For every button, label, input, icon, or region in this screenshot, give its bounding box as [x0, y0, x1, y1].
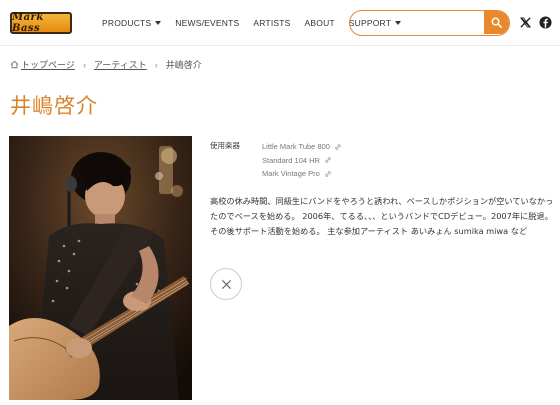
- link-icon: [325, 157, 331, 163]
- home-icon: [10, 60, 19, 69]
- search-icon: [491, 17, 502, 28]
- instrument-name: Little Mark Tube 800: [262, 142, 330, 152]
- breadcrumb-current: 井嶋啓介: [165, 60, 202, 70]
- breadcrumb-separator-icon: ›: [154, 59, 158, 70]
- instrument-link[interactable]: Standard 104 HR: [262, 154, 342, 168]
- link-icon: [335, 144, 341, 150]
- search-input[interactable]: [350, 11, 485, 34]
- search-button[interactable]: [484, 11, 509, 34]
- facebook-social-link[interactable]: [538, 15, 552, 29]
- breadcrumb-home[interactable]: トップページ: [21, 58, 75, 71]
- breadcrumb: トップページ › アーティスト › 井嶋啓介: [10, 58, 202, 71]
- site-header: Mark Bass PRODUCTS NEWS/EVENTS ARTISTS A…: [0, 0, 560, 46]
- nav-label: ABOUT: [304, 18, 335, 28]
- x-social-link[interactable]: [518, 15, 532, 29]
- instruments-list: Little Mark Tube 800 Standard 104 HR Mar…: [262, 140, 342, 181]
- logo-text: Mark Bass: [12, 12, 44, 34]
- instruments-label: 使用楽器: [210, 141, 240, 150]
- nav-news-events[interactable]: NEWS/EVENTS: [175, 18, 239, 28]
- x-logo-icon: [221, 279, 231, 289]
- instrument-link[interactable]: Little Mark Tube 800: [262, 140, 342, 154]
- chevron-down-icon: [155, 21, 162, 25]
- nav-about[interactable]: ABOUT: [305, 18, 335, 28]
- breadcrumb-separator-icon: ›: [82, 59, 86, 70]
- nav-label: PRODUCTS: [102, 18, 152, 28]
- facebook-icon: [538, 15, 552, 29]
- markbass-logo[interactable]: Mark Bass: [10, 12, 72, 34]
- x-logo-icon: [519, 16, 531, 28]
- artist-photo-image: [9, 136, 192, 400]
- instrument-name: Mark Vintage Pro: [262, 169, 320, 179]
- share-x-button[interactable]: [210, 268, 242, 300]
- artist-photo: [9, 136, 192, 400]
- artist-bio: 高校の休み時間、同級生にバンドをやろうと誘われ、ベースしかポジションが空いていな…: [210, 196, 554, 236]
- instrument-name: Standard 104 HR: [262, 155, 320, 165]
- link-icon: [325, 171, 331, 177]
- nav-artists[interactable]: ARTISTS: [253, 18, 290, 28]
- nav-label: ARTISTS: [253, 18, 291, 28]
- breadcrumb-artists[interactable]: アーティスト: [94, 58, 147, 71]
- nav-label: NEWS/EVENTS: [175, 18, 240, 28]
- nav-products[interactable]: PRODUCTS: [102, 18, 162, 28]
- search-box: [349, 10, 510, 36]
- page-title: 井嶋啓介: [10, 94, 98, 118]
- instrument-link[interactable]: Mark Vintage Pro: [262, 167, 342, 181]
